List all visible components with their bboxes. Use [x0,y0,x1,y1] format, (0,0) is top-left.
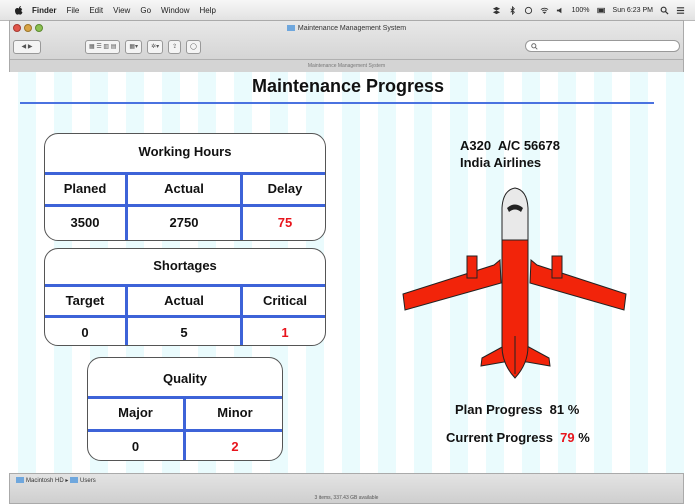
working-hours-title: Working Hours [138,144,232,159]
quality-card: Quality Major Minor 0 2 [87,357,283,461]
volume-icon[interactable] [556,6,565,15]
status-info: 3 items, 337.43 GB available [314,495,379,501]
working-hours-value-planed: 3500 [70,215,100,230]
aircraft-airline: India Airlines [460,155,542,170]
current-progress: Current Progress 79 % [446,430,590,445]
menu-view[interactable]: View [113,6,130,15]
shortages-value-critical: 1 [281,325,289,340]
working-hours-header-actual: Actual [164,181,204,196]
menu-edit[interactable]: Edit [89,6,103,15]
title-divider [20,102,654,104]
menu-finder[interactable]: Finder [32,6,56,15]
current-progress-value: 79 [560,430,575,445]
aircraft-info: A320 A/C 56678 India Airlines [460,137,560,171]
shortages-card: Shortages Target Actual Critical 0 5 1 [44,248,326,346]
search-icon [531,42,538,50]
plan-progress-value: 81 [549,402,565,417]
notification-center-icon[interactable] [676,6,685,15]
path-item-users[interactable]: Users [80,478,96,484]
shortages-value-target: 0 [81,325,89,340]
right-wing [529,258,627,311]
view-mode-button[interactable]: ▦ ☰ ▥ ▤ [85,40,121,54]
menu-window[interactable]: Window [161,6,189,15]
spotlight-icon[interactable] [660,6,669,15]
dropbox-icon[interactable] [492,6,501,15]
shortages-value-actual: 5 [180,325,188,340]
window-title: Maintenance Management System [297,25,407,32]
bluetooth-icon[interactable] [508,5,517,15]
quality-title: Quality [162,371,208,386]
aircraft-model: A320 A/C 56678 [460,138,560,153]
divider [45,204,325,207]
action-button[interactable]: ✲▾ [147,40,164,54]
plan-progress-unit: % [567,402,580,417]
path-bar: Macintosh HD ▸ Users [16,477,96,484]
quality-header-minor: Minor [217,405,253,420]
menu-go[interactable]: Go [140,6,151,15]
hard-drive-icon [16,477,24,484]
airplane-illustration [402,187,627,379]
divider [45,315,325,318]
finder-status-bar: Macintosh HD ▸ Users 3 items, 337.43 GB … [9,473,684,504]
shortages-header-critical: Critical [262,293,308,308]
working-hours-value-delay: 75 [277,215,293,230]
fuselage-nose [501,187,529,241]
plan-progress: Plan Progress 81 % [455,402,579,417]
menu-bar: Finder File Edit View Go Window Help 100… [0,0,695,21]
divider [45,284,325,287]
current-progress-unit: % [578,430,590,445]
working-hours-header-delay: Delay [267,181,303,196]
left-engine [466,255,478,279]
working-hours-value-actual: 2750 [169,215,199,230]
search-field[interactable] [525,40,680,52]
arrange-button[interactable]: ▦▾ [125,40,143,54]
menu-file[interactable]: File [66,6,79,15]
window-title-bar: Maintenance Management System [10,25,683,32]
tags-button[interactable]: ◯ [186,40,201,54]
quality-value-minor: 2 [231,439,239,454]
menu-clock[interactable]: Sun 6:23 PM [613,7,653,14]
working-hours-header-planed: Planed [63,181,107,196]
shortages-header-target: Target [65,293,105,308]
working-hours-card: Working Hours Planed Actual Delay 3500 2… [44,133,326,241]
page-title: Maintenance Progress [251,76,445,96]
battery-icon[interactable] [596,6,606,15]
menu-help[interactable]: Help [199,6,215,15]
wifi-icon[interactable] [540,6,549,15]
right-engine [551,255,563,279]
battery-percent[interactable]: 100% [572,7,590,14]
left-wing [402,258,502,311]
plan-progress-label: Plan Progress [455,402,543,417]
path-item-macintosh-hd[interactable]: Macintosh HD [26,478,64,484]
back-forward-buttons[interactable]: ◀ ▶ [13,40,41,54]
path-title-bar: Maintenance Management System [10,59,683,72]
divider [45,172,325,175]
shortages-title: Shortages [153,258,217,273]
share-button[interactable]: ⇪ [168,40,182,54]
time-machine-icon[interactable] [524,6,533,15]
quality-value-major: 0 [131,439,140,454]
window-toolbar: Maintenance Management System ◀ ▶ ▦ ☰ ▥ … [9,20,684,72]
folder-icon [70,477,79,484]
apple-icon[interactable] [14,5,24,15]
status-menus: 100% Sun 6:23 PM [492,0,685,20]
toolbar-buttons: ▦ ☰ ▥ ▤ ▦▾ ✲▾ ⇪ ◯ [85,40,201,54]
current-progress-label: Current Progress [446,430,553,445]
shortages-header-actual: Actual [164,293,204,308]
folder-icon [286,25,295,32]
quality-header-major: Major [118,405,153,420]
